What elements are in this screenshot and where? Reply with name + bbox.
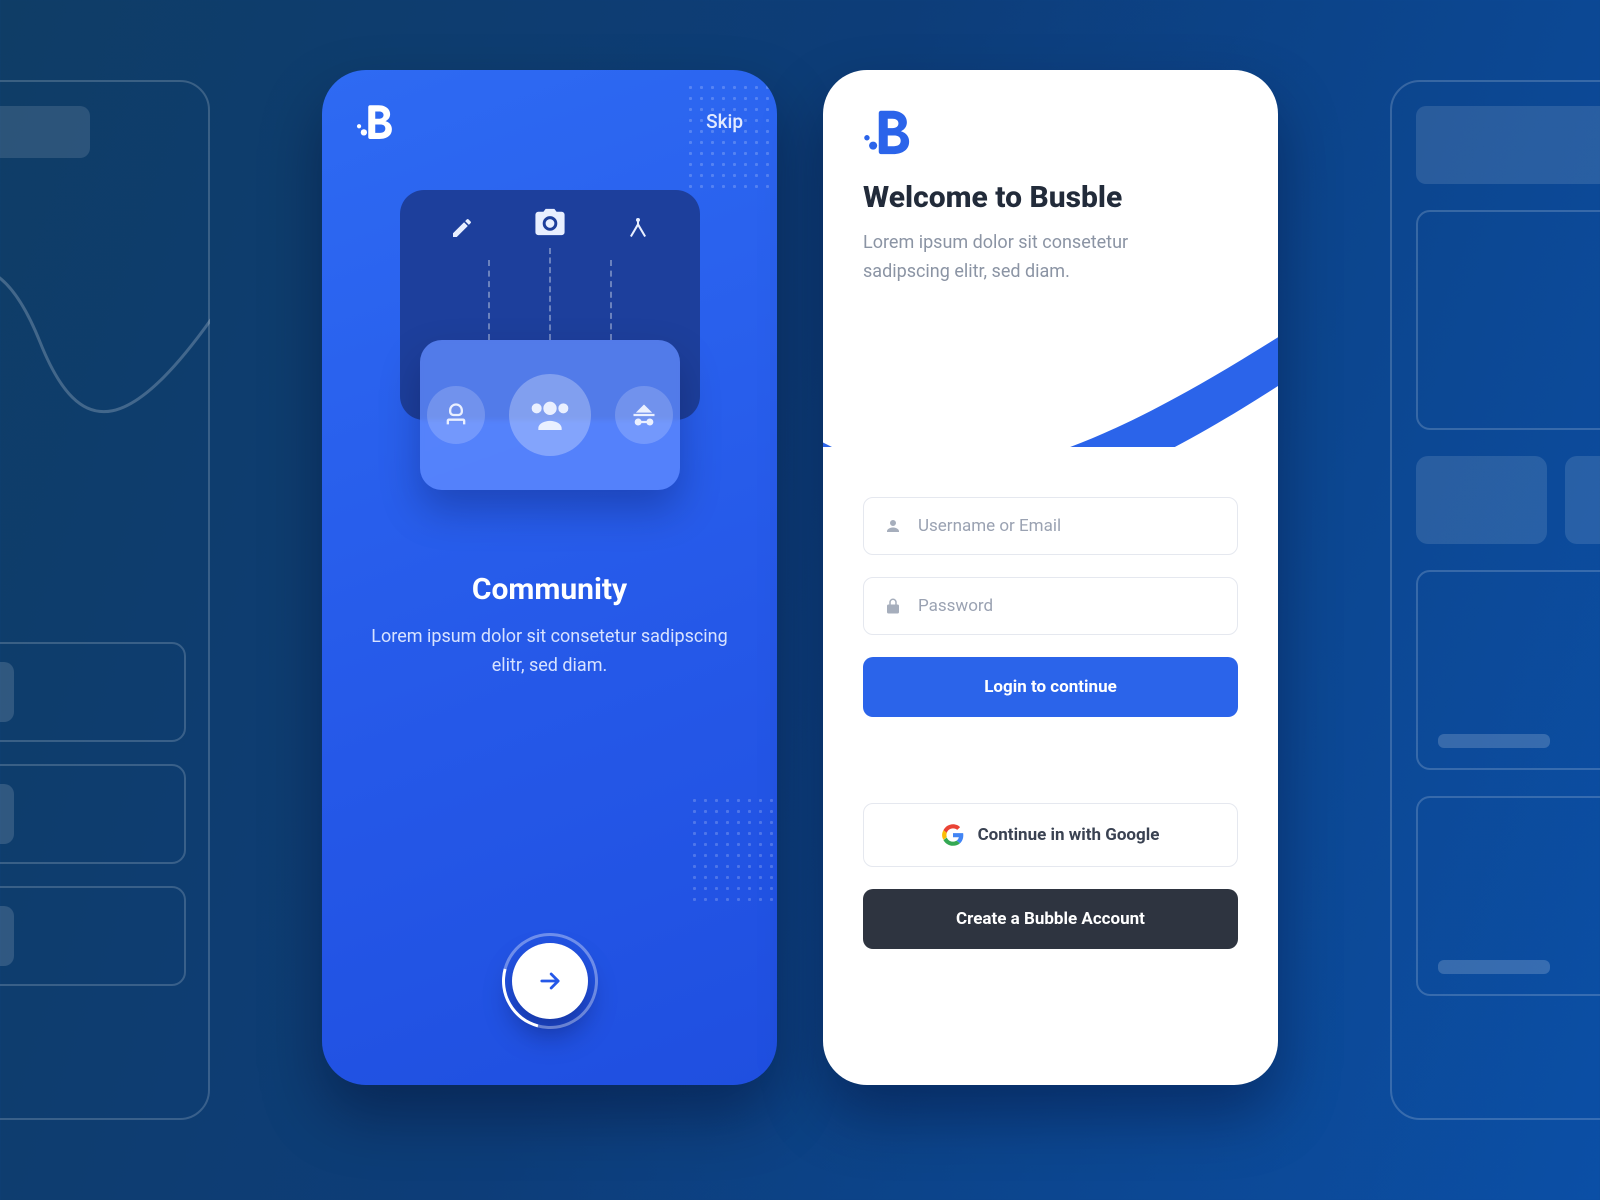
camera-icon <box>532 205 567 240</box>
astronaut-icon <box>427 386 485 444</box>
onboarding-description: Lorem ipsum dolor sit consetetur sadipsc… <box>370 623 729 681</box>
compass-icon <box>624 214 652 242</box>
username-placeholder: Username or Email <box>918 516 1061 536</box>
google-button-label: Continue in with Google <box>978 825 1160 845</box>
login-button-label: Login to continue <box>984 677 1117 697</box>
next-button[interactable] <box>512 943 588 1019</box>
progress-ring <box>502 933 598 1029</box>
username-input[interactable]: Username or Email <box>863 497 1238 555</box>
login-button[interactable]: Login to continue <box>863 657 1238 717</box>
login-screen: Welcome to Busble Lorem ipsum dolor sit … <box>823 70 1278 1085</box>
brand-logo-icon <box>356 100 398 142</box>
password-input[interactable]: Password <box>863 577 1238 635</box>
group-icon <box>509 374 591 456</box>
password-placeholder: Password <box>918 596 993 616</box>
welcome-subtitle: Lorem ipsum dolor sit consetetur sadipsc… <box>863 229 1193 287</box>
decorative-wave <box>823 307 1278 447</box>
spy-icon <box>615 386 673 444</box>
google-login-button[interactable]: Continue in with Google <box>863 803 1238 867</box>
arrow-right-icon <box>536 967 564 995</box>
create-account-label: Create a Bubble Account <box>956 909 1145 929</box>
welcome-title: Welcome to Busble <box>863 180 1238 215</box>
onboarding-title: Community <box>322 572 777 607</box>
onboarding-screen: Skip <box>322 70 777 1085</box>
lock-icon <box>884 597 902 615</box>
pencil-icon <box>448 214 476 242</box>
google-icon <box>942 824 964 846</box>
user-icon <box>884 517 902 535</box>
create-account-button[interactable]: Create a Bubble Account <box>863 889 1238 949</box>
brand-logo-icon <box>863 104 1238 158</box>
onboarding-illustration <box>380 190 720 530</box>
